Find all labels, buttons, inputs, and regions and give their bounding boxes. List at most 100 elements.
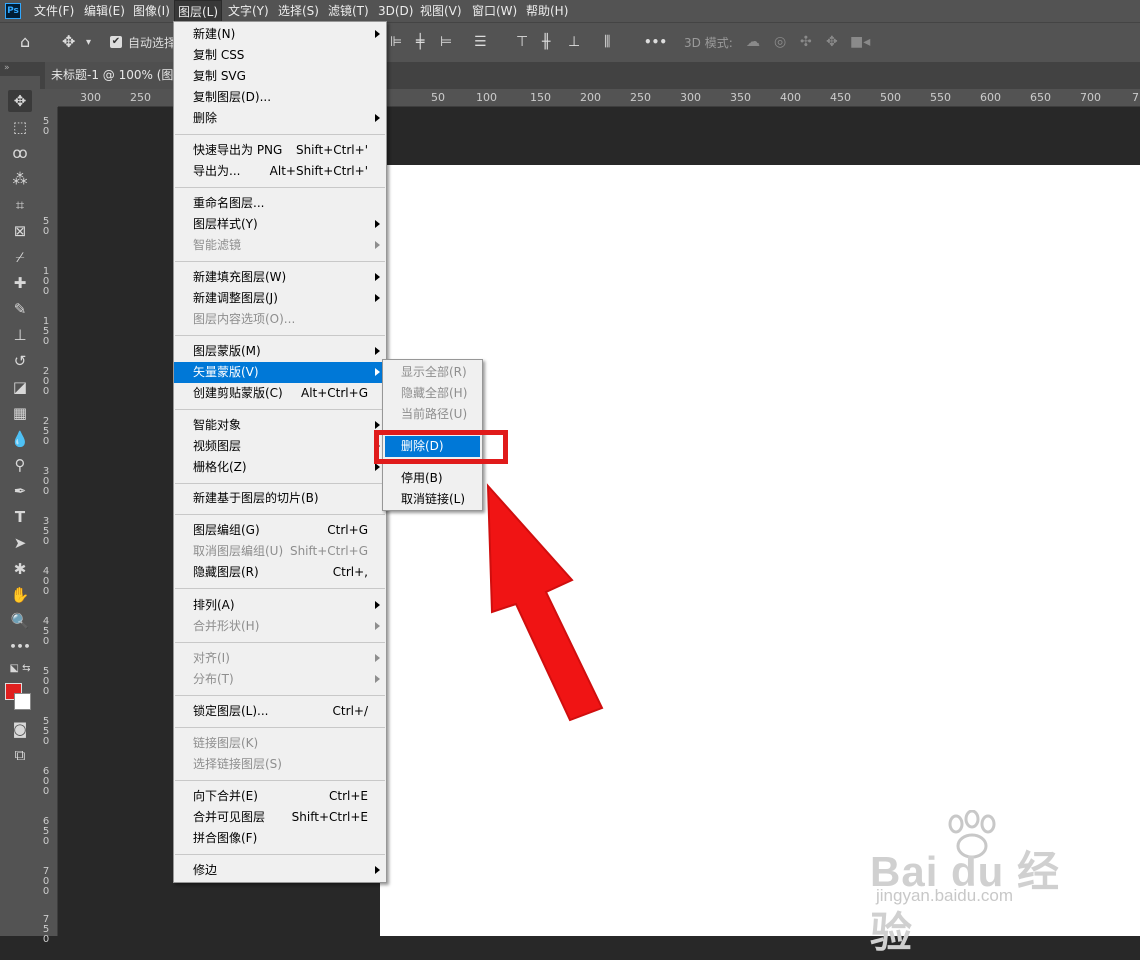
menu-item-export-as[interactable]: 导出为... Alt+Shift+Ctrl+' <box>174 161 386 182</box>
blur-tool-icon[interactable]: 💧 <box>8 428 32 450</box>
magic-wand-tool-icon[interactable]: ⁂ <box>8 168 32 190</box>
menu-edit[interactable]: 编辑(E) <box>84 0 125 22</box>
ruler-label: 7 5 0 <box>42 914 50 945</box>
more-options-icon[interactable]: ••• <box>644 34 667 50</box>
menu-item-rasterize[interactable]: 栅格化(Z) <box>174 457 386 478</box>
ruler-label: 7 <box>1132 91 1139 104</box>
menu-item-merge-visible[interactable]: 合并可见图层 Shift+Ctrl+E <box>174 807 386 828</box>
path-selection-tool-icon[interactable]: ➤ <box>8 532 32 554</box>
hand-tool-icon[interactable]: ✋ <box>8 584 32 606</box>
menu-item-delete[interactable]: 删除 <box>174 108 386 129</box>
align-bottom-icon[interactable]: ⊥ <box>568 34 580 50</box>
menu-item-matting[interactable]: 修边 <box>174 860 386 881</box>
menu-type[interactable]: 文字(Y) <box>228 0 269 22</box>
align-vcenter-icon[interactable]: ╫ <box>542 34 550 50</box>
clone-stamp-tool-icon[interactable]: ⊥ <box>8 324 32 346</box>
menu-item-video-layer[interactable]: 视频图层 <box>174 436 386 457</box>
quick-mask-icon[interactable]: ◙ <box>8 718 32 740</box>
menu-item-duplicate-layer[interactable]: 复制图层(D)... <box>174 87 386 108</box>
ruler-label: 600 <box>980 91 1001 104</box>
ruler-label: 5 5 0 <box>42 716 50 747</box>
ruler-label: 300 <box>680 91 701 104</box>
3d-camera-icon[interactable]: ■◂ <box>850 34 870 50</box>
marquee-tool-icon[interactable]: ⬚ <box>8 116 32 138</box>
menu-help[interactable]: 帮助(H) <box>526 0 568 22</box>
menu-separator <box>175 695 385 696</box>
ruler-label: 550 <box>930 91 951 104</box>
menu-file[interactable]: 文件(F) <box>34 0 74 22</box>
align-left-icon[interactable]: ⊫ <box>390 34 402 50</box>
menu-item-flatten-image[interactable]: 拼合图像(F) <box>174 828 386 849</box>
move-tool-icon[interactable]: ✥ <box>62 34 75 50</box>
background-color-swatch[interactable] <box>14 693 31 710</box>
3d-pan-icon[interactable]: ✣ <box>800 34 812 50</box>
align-right-icon[interactable]: ⊨ <box>440 34 452 50</box>
menu-item-arrange[interactable]: 排列(A) <box>174 595 386 616</box>
menu-select[interactable]: 选择(S) <box>278 0 319 22</box>
align-top-icon[interactable]: ⊤ <box>516 34 528 50</box>
vertical-ruler[interactable]: 5 0 5 0 1 0 0 1 5 0 2 0 0 2 5 0 3 0 0 3 … <box>40 107 58 945</box>
menu-item-copy-css[interactable]: 复制 CSS <box>174 45 386 66</box>
type-tool-icon[interactable]: T <box>8 506 32 528</box>
screen-mode-icon[interactable]: ⧉ <box>8 744 32 766</box>
menu-view[interactable]: 视图(V) <box>420 0 462 22</box>
distribute-horizontal-icon[interactable]: ⫼ <box>604 34 610 50</box>
zoom-tool-icon[interactable]: 🔍 <box>8 610 32 632</box>
menu-item-rename-layer[interactable]: 重命名图层... <box>174 193 386 214</box>
lasso-tool-icon[interactable]: ꝏ <box>8 142 32 164</box>
dodge-tool-icon[interactable]: ⚲ <box>8 454 32 476</box>
menu-item-lock-layers[interactable]: 锁定图层(L)... Ctrl+/ <box>174 701 386 722</box>
3d-slide-icon[interactable]: ✥ <box>826 34 838 50</box>
submenu-item-disable[interactable]: 停用(B) <box>383 468 482 489</box>
menu-item-create-clipping-mask[interactable]: 创建剪贴蒙版(C) Alt+Ctrl+G <box>174 383 386 404</box>
collapse-panel-icon[interactable]: » <box>0 62 40 76</box>
ruler-origin[interactable] <box>40 89 58 107</box>
gradient-tool-icon[interactable]: ▦ <box>8 402 32 424</box>
menu-item-new-layer-based-slice[interactable]: 新建基于图层的切片(B) <box>174 488 386 509</box>
menu-item-new[interactable]: 新建(N) <box>174 24 386 45</box>
menu-item-new-adjustment-layer[interactable]: 新建调整图层(J) <box>174 288 386 309</box>
auto-select-checkbox[interactable]: ✔ <box>110 36 122 48</box>
menu-item-layer-mask[interactable]: 图层蒙版(M) <box>174 341 386 362</box>
chevron-down-icon[interactable]: ▾ <box>86 35 91 51</box>
distribute-vertical-icon[interactable]: ☰ <box>474 34 487 50</box>
frame-tool-icon[interactable]: ⊠ <box>8 220 32 242</box>
crop-tool-icon[interactable]: ⌗ <box>8 194 32 216</box>
menu-item-hide-layers[interactable]: 隐藏图层(R) Ctrl+, <box>174 562 386 583</box>
menu-separator <box>175 642 385 643</box>
eraser-tool-icon[interactable]: ◪ <box>8 376 32 398</box>
menu-filter[interactable]: 滤镜(T) <box>328 0 369 22</box>
align-hcenter-icon[interactable]: ╪ <box>416 34 424 50</box>
menu-window[interactable]: 窗口(W) <box>472 0 517 22</box>
menu-layer[interactable]: 图层(L) <box>174 0 223 22</box>
3d-roll-icon[interactable]: ◎ <box>774 34 786 50</box>
menu-item-quick-export-png[interactable]: 快速导出为 PNG Shift+Ctrl+' <box>174 140 386 161</box>
menu-item-smart-object[interactable]: 智能对象 <box>174 415 386 436</box>
eyedropper-tool-icon[interactable]: ⌿ <box>8 246 32 268</box>
menu-image[interactable]: 图像(I) <box>133 0 170 22</box>
document-tab[interactable]: 未标题-1 @ 100% (图层 <box>45 62 187 89</box>
history-brush-tool-icon[interactable]: ↺ <box>8 350 32 372</box>
home-icon[interactable]: ⌂ <box>20 34 30 50</box>
edit-toolbar-icon[interactable]: ••• <box>8 636 32 658</box>
menu-item-vector-mask[interactable]: 矢量蒙版(V) <box>174 362 386 383</box>
submenu-item-unlink[interactable]: 取消链接(L) <box>383 489 482 510</box>
menu-3d[interactable]: 3D(D) <box>378 0 413 22</box>
submenu-arrow-icon <box>375 368 380 376</box>
swap-colors-icon[interactable]: ⬕ ⇆ <box>8 662 32 676</box>
healing-brush-tool-icon[interactable]: ✚ <box>8 272 32 294</box>
menu-item-new-fill-layer[interactable]: 新建填充图层(W) <box>174 267 386 288</box>
menu-item-layer-style[interactable]: 图层样式(Y) <box>174 214 386 235</box>
submenu-arrow-icon <box>375 866 380 874</box>
menu-item-copy-svg[interactable]: 复制 SVG <box>174 66 386 87</box>
menu-item-group-layers[interactable]: 图层编组(G) Ctrl+G <box>174 520 386 541</box>
pen-tool-icon[interactable]: ✒ <box>8 480 32 502</box>
move-tool-icon[interactable]: ✥ <box>8 90 32 112</box>
ruler-label: 400 <box>780 91 801 104</box>
menu-separator <box>175 409 385 410</box>
brush-tool-icon[interactable]: ✎ <box>8 298 32 320</box>
3d-orbit-icon[interactable]: ☁ <box>746 34 760 50</box>
menu-item-merge-down[interactable]: 向下合并(E) Ctrl+E <box>174 786 386 807</box>
menu-separator <box>175 588 385 589</box>
shape-tool-icon[interactable]: ✱ <box>8 558 32 580</box>
